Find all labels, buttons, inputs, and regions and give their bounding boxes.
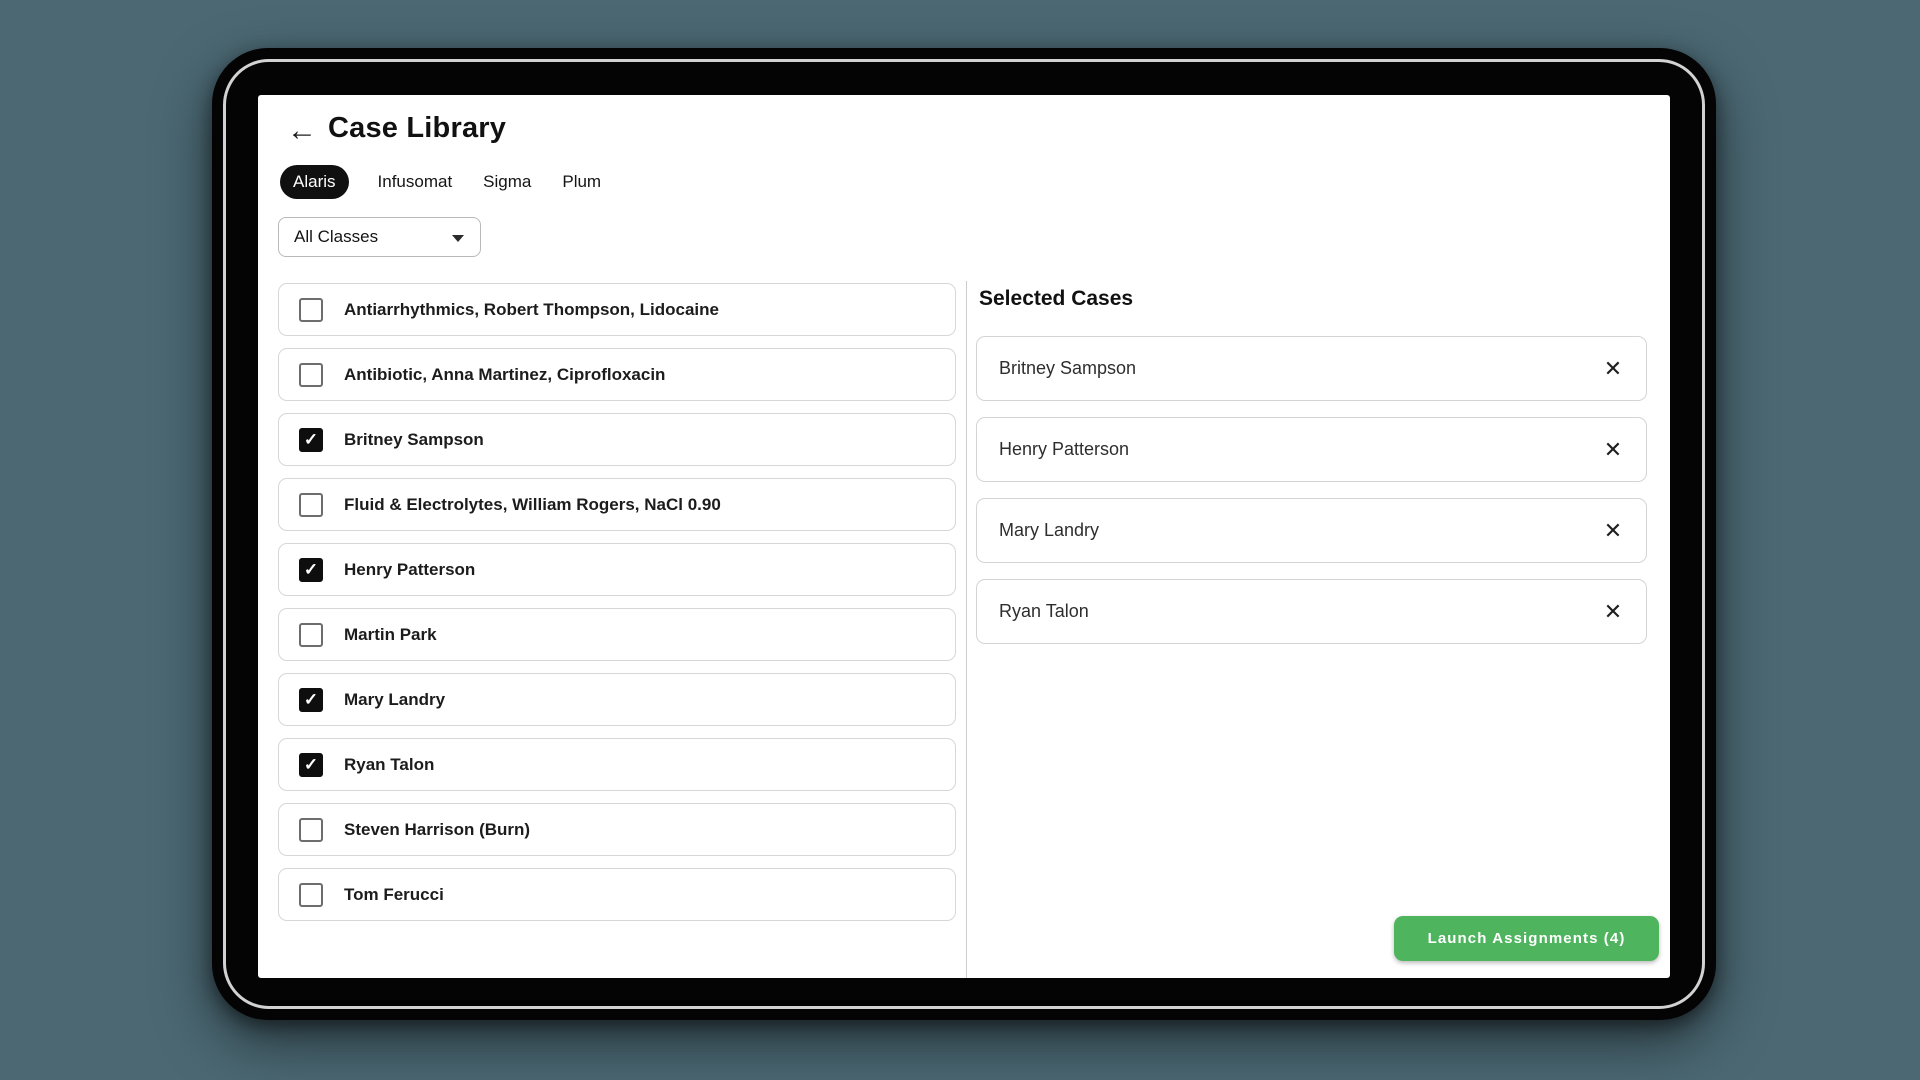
case-label: Britney Sampson: [344, 430, 484, 450]
case-list-item[interactable]: Tom Ferucci: [278, 868, 956, 921]
checkbox-icon[interactable]: [299, 493, 323, 517]
class-filter-dropdown[interactable]: All Classes: [278, 217, 481, 257]
chevron-down-icon: [452, 235, 464, 242]
selected-case-name: Mary Landry: [999, 520, 1099, 541]
selected-case-card: Mary Landry ✕: [976, 498, 1647, 563]
case-label: Ryan Talon: [344, 755, 434, 775]
app-screen: ← Case Library AlarisInfusomatSigmaPlum …: [258, 95, 1670, 978]
checkmark-icon: ✓: [304, 691, 318, 708]
tab-sigma[interactable]: Sigma: [481, 165, 533, 199]
remove-case-button[interactable]: ✕: [1596, 433, 1630, 467]
checkmark-icon: ✓: [304, 561, 318, 578]
class-filter-value: All Classes: [294, 227, 378, 247]
case-label: Fluid & Electrolytes, William Rogers, Na…: [344, 495, 721, 515]
case-label: Martin Park: [344, 625, 437, 645]
checkbox-icon[interactable]: ✓: [299, 753, 323, 777]
checkmark-icon: ✓: [304, 756, 318, 773]
case-list-item[interactable]: Antiarrhythmics, Robert Thompson, Lidoca…: [278, 283, 956, 336]
case-label: Henry Patterson: [344, 560, 475, 580]
case-label: Antibiotic, Anna Martinez, Ciprofloxacin: [344, 365, 665, 385]
selected-case-card: Ryan Talon ✕: [976, 579, 1647, 644]
case-label: Tom Ferucci: [344, 885, 444, 905]
checkbox-icon[interactable]: [299, 883, 323, 907]
case-list-item[interactable]: ✓ Ryan Talon: [278, 738, 956, 791]
selected-cases-heading: Selected Cases: [979, 287, 1133, 311]
panel-divider: [966, 281, 967, 978]
remove-case-button[interactable]: ✕: [1596, 595, 1630, 629]
checkbox-icon[interactable]: ✓: [299, 558, 323, 582]
selected-case-name: Britney Sampson: [999, 358, 1136, 379]
tablet-frame: ← Case Library AlarisInfusomatSigmaPlum …: [212, 48, 1716, 1020]
selected-case-name: Henry Patterson: [999, 439, 1129, 460]
checkmark-icon: ✓: [304, 431, 318, 448]
case-label: Mary Landry: [344, 690, 445, 710]
tab-infusomat[interactable]: Infusomat: [376, 165, 455, 199]
case-list-item[interactable]: ✓ Britney Sampson: [278, 413, 956, 466]
case-list-item[interactable]: Fluid & Electrolytes, William Rogers, Na…: [278, 478, 956, 531]
checkbox-icon[interactable]: [299, 363, 323, 387]
pump-tabs: Alaris Infusomat Sigma Plum: [280, 165, 603, 199]
case-list-item[interactable]: Antibiotic, Anna Martinez, Ciprofloxacin: [278, 348, 956, 401]
back-button[interactable]: ←: [282, 111, 322, 151]
remove-case-button[interactable]: ✕: [1596, 352, 1630, 386]
selected-case-card: Britney Sampson ✕: [976, 336, 1647, 401]
remove-case-button[interactable]: ✕: [1596, 514, 1630, 548]
selected-case-card: Henry Patterson ✕: [976, 417, 1647, 482]
selected-case-name: Ryan Talon: [999, 601, 1089, 622]
page-title: Case Library: [328, 112, 506, 145]
checkbox-icon[interactable]: [299, 298, 323, 322]
case-label: Antiarrhythmics, Robert Thompson, Lidoca…: [344, 300, 719, 320]
case-list-item[interactable]: Martin Park: [278, 608, 956, 661]
tab-alaris[interactable]: Alaris: [280, 165, 349, 199]
desktop-background: ← Case Library AlarisInfusomatSigmaPlum …: [0, 0, 1920, 1080]
tab-plum[interactable]: Plum: [560, 165, 603, 199]
case-label: Steven Harrison (Burn): [344, 820, 530, 840]
checkbox-icon[interactable]: [299, 623, 323, 647]
checkbox-icon[interactable]: ✓: [299, 688, 323, 712]
launch-assignments-button[interactable]: Launch Assignments (4): [1394, 916, 1659, 961]
selected-cases-list: Britney Sampson ✕ Henry Patterson ✕ Mary…: [976, 336, 1647, 660]
case-list-item[interactable]: Steven Harrison (Burn): [278, 803, 956, 856]
checkbox-icon[interactable]: [299, 818, 323, 842]
checkbox-icon[interactable]: ✓: [299, 428, 323, 452]
case-list: Antiarrhythmics, Robert Thompson, Lidoca…: [278, 283, 956, 933]
case-list-item[interactable]: ✓ Mary Landry: [278, 673, 956, 726]
case-list-item[interactable]: ✓ Henry Patterson: [278, 543, 956, 596]
